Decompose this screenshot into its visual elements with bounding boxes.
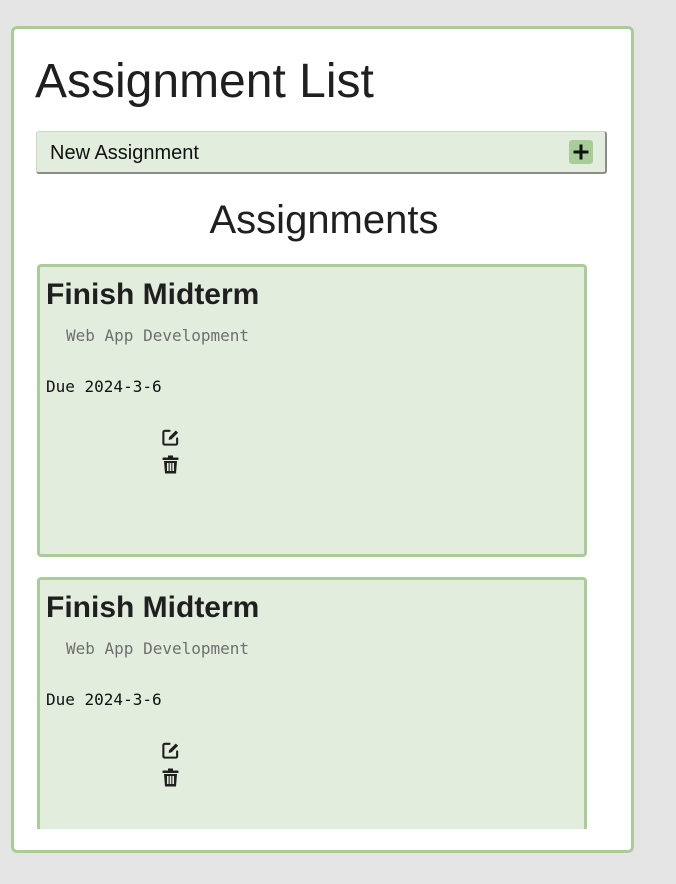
section-title: Assignments [209,198,439,242]
assignment-title: Finish Midterm [46,278,260,311]
delete-assignment-button[interactable] [160,454,180,474]
assignment-due-date: Due 2024-3-6 [46,377,162,396]
assignment-course: Web App Development [66,639,250,658]
new-assignment-label: New Assignment [50,142,199,164]
edit-assignment-button[interactable] [160,427,180,447]
assignment-course: Web App Development [66,326,250,345]
trash-icon [162,768,178,786]
assignment-card: Finish Midterm Web App Development Due 2… [37,264,587,557]
trash-icon [162,455,178,473]
delete-assignment-button[interactable] [160,767,180,787]
page-title: Assignment List [35,55,374,108]
assignment-title: Finish Midterm [46,591,260,624]
assignment-card: Finish Midterm Web App Development Due 2… [37,577,587,829]
edit-icon [161,429,178,446]
plus-icon [573,144,589,160]
add-assignment-button[interactable] [569,140,593,164]
edit-icon [161,742,178,759]
edit-assignment-button[interactable] [160,740,180,760]
assignment-panel: Assignment List New Assignment Assignmen… [11,26,634,853]
new-assignment-bar[interactable]: New Assignment [36,131,607,174]
assignment-list: Finish Midterm Web App Development Due 2… [36,264,611,829]
assignment-due-date: Due 2024-3-6 [46,690,162,709]
